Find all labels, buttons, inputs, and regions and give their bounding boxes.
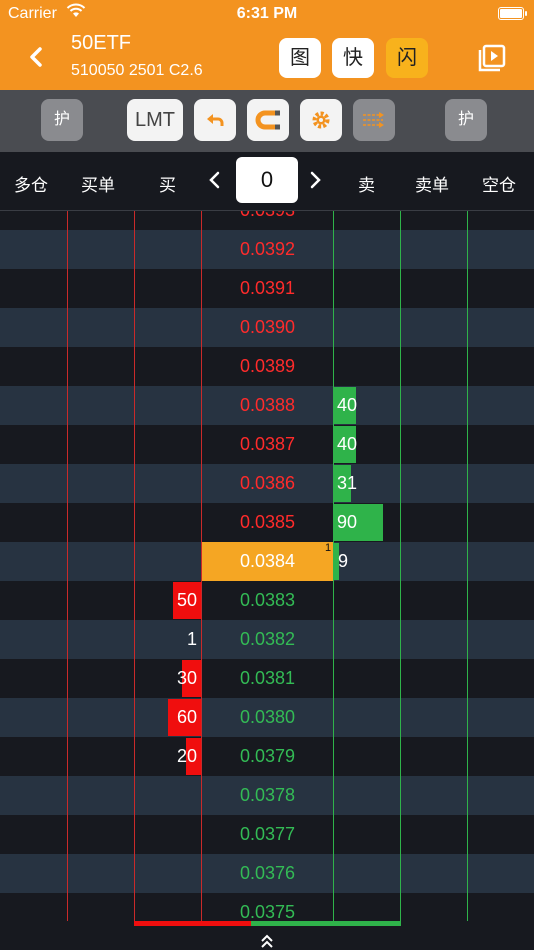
sell-header: 卖 [358, 176, 375, 195]
right-protect-button[interactable]: 护 [445, 99, 487, 141]
ask-quantity[interactable]: 9 [338, 542, 348, 581]
buy-orders-header: 买单 [81, 176, 115, 195]
ask-quantity[interactable]: 31 [337, 464, 357, 503]
sell-orders-divider [400, 211, 401, 921]
bid-quantity[interactable]: 30 [177, 659, 197, 698]
ladder-row[interactable]: 0.0375 [0, 893, 534, 921]
bid-quantity[interactable]: 20 [177, 737, 197, 776]
ladder-row[interactable]: 0.0392 [0, 230, 534, 269]
price-cell: 0.0377 [239, 824, 296, 844]
toolbar: 护 LMT 护 [0, 90, 534, 152]
instrument-title: 50ETF [71, 32, 132, 54]
bid-volume-bar [134, 921, 251, 926]
quantity-input[interactable]: 0 [236, 157, 298, 203]
price-cell: 0.0378 [239, 785, 296, 805]
nav-bar: 50ETF 510050 2501 C2.6 图 快 闪 [0, 28, 534, 90]
shuffle-button[interactable] [353, 99, 395, 141]
price-ladder: 0.03930.03920.03910.03900.03890.0388400.… [0, 211, 534, 921]
ask-quantity[interactable]: 40 [337, 386, 357, 425]
price-cell: 0.0383 [239, 590, 296, 610]
magnet-button[interactable] [247, 99, 289, 141]
back-chevron-icon[interactable] [22, 42, 52, 72]
ladder-row[interactable]: 0.0384 1 9 [0, 542, 534, 581]
price-cell: 0.0375 [239, 902, 296, 921]
buy-orders-divider [134, 211, 135, 921]
ask-volume-bar [251, 921, 401, 926]
clock: 6:31 PM [236, 5, 298, 22]
ask-quantity[interactable]: 90 [337, 503, 357, 542]
price-cell: 0.0384 [201, 542, 334, 581]
ladder-row[interactable]: 0.0387 40 [0, 425, 534, 464]
ladder-row[interactable]: 0.0376 [0, 854, 534, 893]
bid-quantity[interactable]: 60 [177, 698, 197, 737]
price-cell: 0.0389 [239, 356, 296, 376]
undo-arrow-icon [207, 114, 224, 126]
ladder-row[interactable]: 0.0380 60 [0, 698, 534, 737]
bottom-bar [0, 921, 534, 950]
price-cell: 0.0382 [239, 629, 296, 649]
price-cell: 0.0391 [239, 278, 296, 298]
ladder-row[interactable]: 0.0388 40 [0, 386, 534, 425]
price-cell: 0.0392 [239, 239, 296, 259]
long-position-header: 多仓 [14, 176, 48, 195]
ladder-row[interactable]: 0.0385 90 [0, 503, 534, 542]
price-cell: 0.0381 [239, 668, 296, 688]
instrument-code: 510050 2501 C2.6 [71, 62, 203, 79]
undo-button[interactable] [194, 99, 236, 141]
ladder-row[interactable]: 0.0389 [0, 347, 534, 386]
battery-icon [498, 7, 527, 20]
price-cell: 0.0379 [239, 746, 296, 766]
flash-button[interactable]: 闪 [386, 38, 428, 78]
short-pos-divider [467, 211, 468, 921]
decrease-quantity-icon[interactable] [205, 168, 225, 192]
price-cell: 0.0393 [201, 211, 334, 230]
ladder-row[interactable]: 0.0378 [0, 776, 534, 815]
gear-icon [312, 111, 330, 129]
ladder-row[interactable]: 0.0382 1 [0, 620, 534, 659]
chart-button[interactable]: 图 [279, 38, 321, 78]
ladder-row[interactable]: 0.0377 [0, 815, 534, 854]
magnet-icon [255, 110, 280, 130]
short-position-header: 空仓 [482, 176, 516, 195]
ladder-row[interactable]: 0.0381 30 [0, 659, 534, 698]
bid-quantity[interactable]: 50 [177, 581, 197, 620]
settings-button[interactable] [300, 99, 342, 141]
status-bar: Carrier 6:31 PM [0, 0, 534, 28]
ladder-row[interactable]: 0.0386 31 [0, 464, 534, 503]
order-type-button[interactable]: LMT [127, 99, 183, 141]
playlist-play-icon[interactable] [476, 42, 508, 74]
increase-quantity-icon[interactable] [305, 168, 325, 192]
price-cell: 0.0385 [239, 512, 296, 532]
sell-orders-header: 卖单 [415, 176, 449, 195]
shuffle-icon [363, 112, 384, 128]
quick-button[interactable]: 快 [332, 38, 374, 78]
buy-header: 买 [159, 176, 176, 195]
ladder-row[interactable]: 0.0383 50 [0, 581, 534, 620]
price-cell: 0.0387 [239, 434, 296, 454]
double-chevron-up-icon[interactable] [258, 933, 276, 949]
order-count-badge: 1 [325, 542, 332, 554]
price-cell: 0.0376 [239, 863, 296, 883]
bid-quantity[interactable]: 1 [187, 620, 197, 659]
ladder-row[interactable]: 0.0379 20 [0, 737, 534, 776]
price-cell: 0.0386 [239, 473, 296, 493]
price-cell: 0.0380 [239, 707, 296, 727]
ladder-row[interactable]: 0.0390 [0, 308, 534, 347]
ladder-row[interactable]: 0.0393 [0, 211, 534, 230]
sell-divider [333, 211, 334, 921]
price-cell: 0.0390 [239, 317, 296, 337]
ask-quantity[interactable]: 40 [337, 425, 357, 464]
ladder-row[interactable]: 0.0391 [0, 269, 534, 308]
long-pos-divider [67, 211, 68, 921]
ladder-header: 多仓 买单 买 0 卖 卖单 空仓 [0, 152, 534, 211]
left-protect-button[interactable]: 护 [41, 99, 83, 141]
buy-divider [201, 211, 202, 921]
price-cell: 0.0388 [239, 395, 296, 415]
